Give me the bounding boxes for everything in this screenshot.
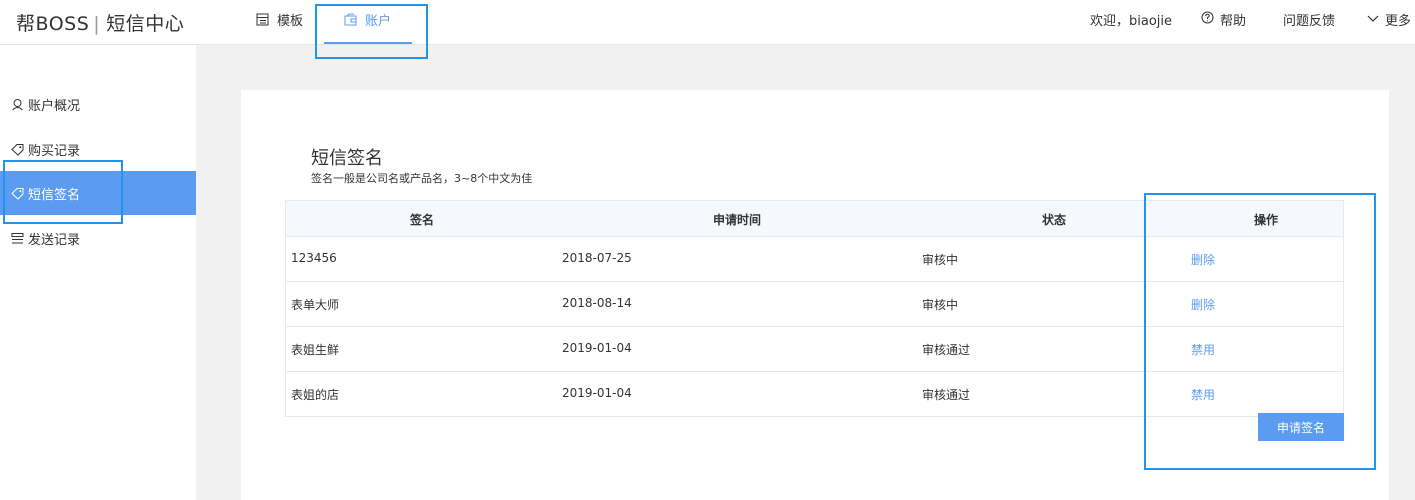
cell-date: 2019-01-04 [562, 341, 632, 355]
highlight-box-actions-column [1144, 193, 1376, 470]
sidebar-item-account-overview[interactable]: 账户概况 [0, 82, 196, 126]
brand-logo[interactable]: 帮BOSS | 短信中心 [16, 9, 184, 36]
highlight-box-sidebar-signature [3, 160, 123, 224]
cell-status: 审核中 [922, 298, 959, 312]
more-label: 更多 [1385, 14, 1412, 29]
cell-date: 2018-08-14 [562, 296, 632, 310]
top-header: 帮BOSS | 短信中心 模板 账户 欢迎，biaojie 帮助 问题反馈 更多 [0, 0, 1415, 45]
cell-status: 审核通过 [922, 343, 971, 357]
help-label: 帮助 [1220, 14, 1247, 29]
nav-templates-label: 模板 [277, 14, 304, 29]
list-icon [11, 232, 24, 245]
cell-signature: 表姐的店 [291, 388, 340, 402]
feedback-link[interactable]: 问题反馈 [1283, 10, 1335, 29]
nav-templates[interactable]: 模板 [256, 10, 303, 29]
cell-signature: 表单大师 [291, 298, 340, 312]
sidebar-item-label: 购买记录 [28, 143, 81, 159]
cell-status: 审核通过 [922, 388, 971, 402]
sidebar-item-label: 发送记录 [28, 232, 81, 248]
highlight-box-account-tab [315, 4, 428, 59]
tag-icon [11, 143, 24, 156]
column-header-signature: 签名 [410, 213, 435, 227]
page-title: 短信签名 [311, 148, 383, 169]
brand-section: 短信中心 [106, 13, 185, 35]
more-menu[interactable]: 更多 [1367, 10, 1411, 29]
page-subtitle: 签名一般是公司名或产品名，3~8个中文为佳 [311, 172, 533, 185]
user-welcome[interactable]: 欢迎，biaojie [1090, 10, 1172, 29]
chevron-down-icon [1367, 12, 1379, 27]
account-overview-icon [11, 98, 24, 111]
brand-separator: | [93, 13, 101, 35]
column-header-status: 状态 [1042, 213, 1067, 227]
cell-signature: 表姐生鲜 [291, 343, 340, 357]
brand-name: 帮BOSS [16, 13, 90, 35]
cell-date: 2019-01-04 [562, 386, 632, 400]
template-icon [256, 13, 269, 26]
cell-signature: 123456 [291, 251, 337, 265]
cell-status: 审核中 [922, 253, 959, 267]
cell-date: 2018-07-25 [562, 251, 632, 265]
help-icon [1201, 11, 1214, 28]
help-link[interactable]: 帮助 [1201, 10, 1246, 29]
sidebar: 账户概况 购买记录 短信签名 发送记录 [0, 45, 196, 500]
sidebar-item-label: 账户概况 [28, 98, 81, 114]
column-header-apply-time: 申请时间 [713, 213, 762, 227]
